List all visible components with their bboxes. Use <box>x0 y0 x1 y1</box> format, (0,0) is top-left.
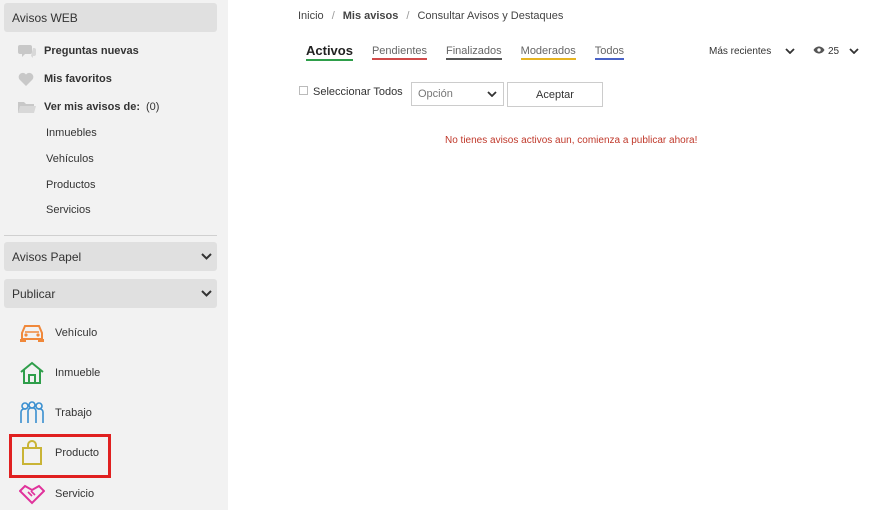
publicar-inmueble[interactable]: Inmueble <box>18 360 100 386</box>
sidebar-sub-productos[interactable]: Productos <box>46 179 96 191</box>
empty-state-message: No tienes avisos activos aun, comienza a… <box>445 135 698 146</box>
breadcrumb-separator: / <box>331 10 335 22</box>
chat-icon <box>18 43 38 59</box>
sidebar-item-preguntas-nuevas[interactable]: Preguntas nuevas <box>18 43 139 59</box>
folder-icon <box>18 99 38 115</box>
heart-icon <box>18 71 38 87</box>
publicar-item-label: Vehículo <box>55 327 98 339</box>
publicar-item-label: Trabajo <box>55 407 92 419</box>
option-select[interactable]: Opción <box>411 82 504 106</box>
handshake-icon <box>18 481 46 507</box>
breadcrumb-separator: / <box>406 10 410 22</box>
tab-todos[interactable]: Todos <box>594 45 625 60</box>
select-all-label: Seleccionar Todos <box>313 86 403 98</box>
house-icon <box>18 360 46 386</box>
publicar-header[interactable]: Publicar <box>4 279 217 308</box>
chevron-down-icon <box>195 253 217 260</box>
avisos-web-header[interactable]: Avisos WEB <box>4 3 217 32</box>
chevron-down-icon <box>849 46 859 57</box>
sidebar-sub-vehiculos[interactable]: Vehículos <box>46 153 94 165</box>
breadcrumb-page: Consultar Avisos y Destaques <box>417 10 564 22</box>
breadcrumb-current[interactable]: Mis avisos <box>343 10 399 22</box>
publicar-title: Publicar <box>12 286 56 301</box>
sidebar: Avisos WEB Preguntas nuevas Mis favorito… <box>0 0 228 510</box>
car-icon <box>18 320 46 346</box>
avisos-papel-header[interactable]: Avisos Papel <box>4 242 217 271</box>
sort-label: Más recientes <box>709 46 772 57</box>
breadcrumb: Inicio / Mis avisos / Consultar Avisos y… <box>298 10 563 22</box>
tab-finalizados[interactable]: Finalizados <box>446 45 502 60</box>
option-select-value: Opción <box>418 88 453 100</box>
status-tabs: Activos Pendientes Finalizados Moderados… <box>306 43 643 61</box>
publicar-item-label: Inmueble <box>55 367 101 379</box>
divider <box>4 235 217 236</box>
breadcrumb-home[interactable]: Inicio <box>298 10 324 22</box>
tab-pendientes[interactable]: Pendientes <box>371 45 428 60</box>
avisos-count: (0) <box>146 101 160 113</box>
sidebar-item-label: Preguntas nuevas <box>44 45 139 57</box>
sort-dropdown[interactable]: Más recientes <box>709 46 795 57</box>
people-icon <box>18 400 46 426</box>
sidebar-item-ver-mis-avisos[interactable]: Ver mis avisos de: (0) <box>18 99 159 115</box>
sidebar-item-label: Mis favoritos <box>44 73 112 85</box>
publicar-trabajo[interactable]: Trabajo <box>18 400 92 426</box>
publicar-vehiculo[interactable]: Vehículo <box>18 320 97 346</box>
accept-button[interactable]: Aceptar <box>507 82 603 107</box>
chevron-down-icon <box>785 46 795 57</box>
chevron-down-icon <box>487 88 497 100</box>
tab-activos[interactable]: Activos <box>306 43 353 61</box>
eye-icon <box>813 46 825 57</box>
sidebar-item-label: Ver mis avisos de: <box>44 101 140 113</box>
avisos-papel-title: Avisos Papel <box>12 249 82 264</box>
chevron-down-icon <box>195 290 217 297</box>
highlight-box <box>9 434 111 478</box>
page-size-dropdown[interactable]: 25 <box>813 46 859 57</box>
select-all-checkbox[interactable] <box>299 85 308 95</box>
tab-moderados[interactable]: Moderados <box>520 45 576 60</box>
avisos-web-title: Avisos WEB <box>12 10 78 25</box>
select-all[interactable]: Seleccionar Todos <box>299 85 403 98</box>
sidebar-item-mis-favoritos[interactable]: Mis favoritos <box>18 71 112 87</box>
publicar-servicio[interactable]: Servicio <box>18 481 94 507</box>
sidebar-sub-inmuebles[interactable]: Inmuebles <box>46 127 97 139</box>
publicar-item-label: Servicio <box>55 488 95 500</box>
sidebar-sub-servicios[interactable]: Servicios <box>46 204 91 216</box>
page-size-value: 25 <box>828 46 840 57</box>
